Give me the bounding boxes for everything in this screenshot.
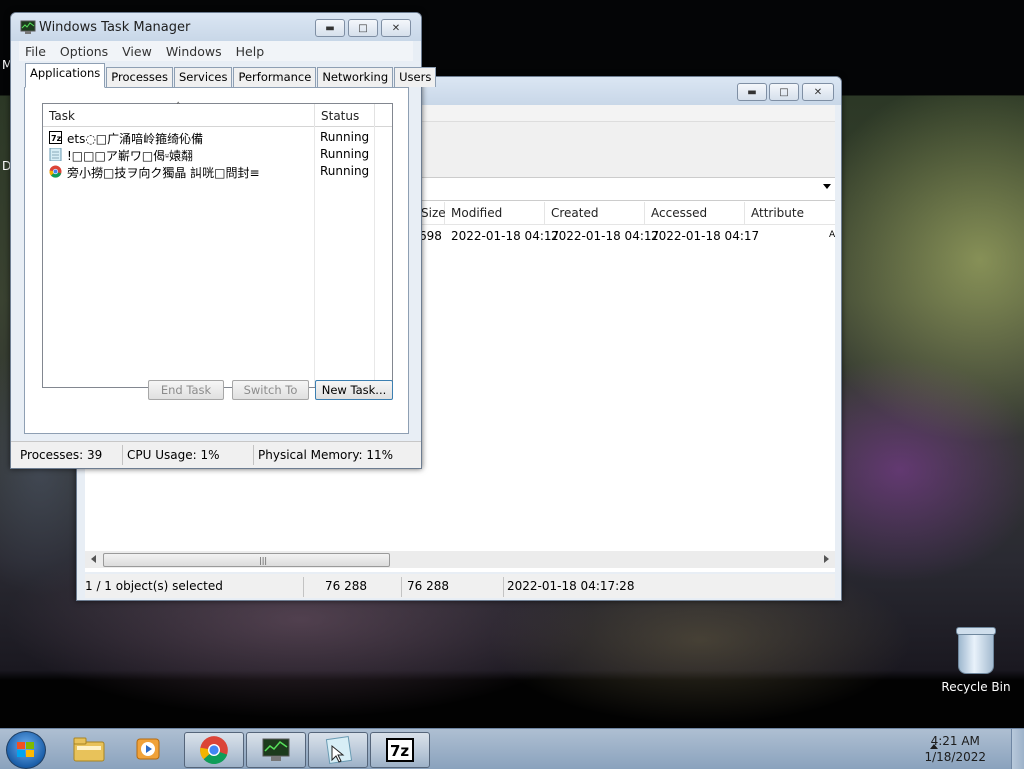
task-manager-window[interactable]: Windows Task Manager ▬ □ ✕ File Options …	[10, 12, 437, 469]
7zip-icon: 7z	[49, 131, 62, 144]
cell-accessed: 2022-01-18 04:17	[651, 229, 760, 243]
applications-panel: Task ˄ Status 7z ets◌□广涌喑岭箍绮伈備 Running !…	[24, 87, 409, 434]
status-processes: Processes: 39	[20, 448, 103, 462]
tab-networking[interactable]: Networking	[317, 67, 394, 87]
task-row[interactable]: 7z ets◌□广涌喑岭箍绮伈備 Running	[43, 129, 392, 146]
scrollbar-thumb[interactable]: |||	[103, 553, 390, 567]
task-manager-icon	[262, 738, 290, 761]
show-desktop-button[interactable]	[1011, 729, 1024, 769]
7zip-icon: 7z	[386, 738, 414, 762]
close-icon: ✕	[391, 22, 401, 34]
file-manager-statusbar: 1 / 1 object(s) selected 76 288 76 288 2…	[85, 574, 835, 598]
status-cpu: CPU Usage: 1%	[127, 448, 220, 462]
task-list[interactable]: Task ˄ Status 7z ets◌□广涌喑岭箍绮伈備 Running !…	[42, 102, 393, 388]
chrome-icon	[49, 165, 62, 178]
task-status: Running	[320, 164, 370, 178]
menu-view[interactable]: View	[122, 44, 152, 59]
menu-file[interactable]: File	[25, 44, 46, 59]
task-manager-icon	[20, 20, 36, 34]
recycle-bin-label: Recycle Bin	[941, 680, 1011, 694]
new-task-button[interactable]: New Task...	[315, 380, 393, 400]
chrome-icon	[200, 736, 228, 764]
clock[interactable]: 4:21 AM 1/18/2022	[924, 733, 986, 765]
scroll-right-icon[interactable]	[824, 555, 829, 563]
clock-date: 1/18/2022	[924, 750, 986, 764]
task-manager-titlebar[interactable]: Windows Task Manager ▬ □ ✕	[11, 13, 421, 41]
tab-applications[interactable]: Applications	[25, 63, 106, 88]
taskbar-explorer[interactable]	[60, 732, 118, 766]
task-name: !□□□ア嶄ワ□偈⸚媴翷	[67, 149, 194, 163]
maximize-button[interactable]: □	[769, 83, 799, 101]
taskbar: 7z 4:21 AM 1/18/2022	[0, 728, 1024, 769]
task-name: 旁小撈□技ヲ向ク獨晶 訆咣□問封≡	[67, 166, 260, 180]
cell-size: 698	[419, 229, 442, 243]
close-button[interactable]: ✕	[381, 19, 411, 37]
cell-attributes: A	[829, 230, 836, 240]
column-accessed[interactable]: Accessed	[645, 202, 745, 224]
grip-icon: |||	[259, 556, 268, 565]
status-size: 76 288	[325, 579, 367, 593]
taskbar-media-player[interactable]	[121, 732, 179, 766]
task-row[interactable]: !□□□ア嶄ワ□偈⸚媴翷 Running	[43, 146, 392, 163]
window-title: Windows Task Manager	[39, 20, 191, 35]
horizontal-scrollbar[interactable]: |||	[85, 551, 835, 568]
start-button[interactable]	[6, 731, 46, 769]
column-created[interactable]: Created	[545, 202, 645, 224]
end-task-button[interactable]: End Task	[148, 380, 224, 400]
taskbar-task-manager[interactable]	[246, 732, 306, 768]
minimize-icon: ▬	[747, 86, 757, 98]
notepad-icon	[325, 736, 353, 764]
maximize-button[interactable]: □	[348, 19, 378, 37]
close-icon: ✕	[813, 86, 823, 98]
switch-to-button[interactable]: Switch To	[232, 380, 309, 400]
column-status[interactable]: Status	[315, 104, 375, 126]
svg-text:7z: 7z	[390, 742, 409, 760]
menu-options[interactable]: Options	[60, 44, 108, 59]
notepad-icon	[49, 148, 62, 161]
taskbar-7zip[interactable]: 7z	[370, 732, 430, 768]
maximize-icon: □	[779, 86, 789, 98]
status-packed: 76 288	[407, 579, 449, 593]
minimize-button[interactable]: ▬	[315, 19, 345, 37]
scroll-left-icon[interactable]	[91, 555, 96, 563]
task-name: ets◌□广涌喑岭箍绮伈備	[67, 132, 204, 146]
task-row[interactable]: 旁小撈□技ヲ向ク獨晶 訆咣□問封≡ Running	[43, 163, 392, 180]
cell-modified: 2022-01-18 04:17	[451, 229, 560, 243]
menu-help[interactable]: Help	[236, 44, 265, 59]
media-player-icon	[136, 738, 160, 760]
column-attributes[interactable]: Attribute	[745, 202, 835, 224]
status-memory: Physical Memory: 11%	[258, 448, 394, 462]
close-button[interactable]: ✕	[802, 83, 834, 101]
task-list-header: Task ˄ Status	[43, 102, 392, 127]
windows-logo-icon	[17, 742, 35, 758]
status-selected: 1 / 1 object(s) selected	[85, 579, 223, 593]
taskbar-notepad[interactable]	[308, 732, 368, 768]
clock-time: 4:21 AM	[930, 734, 980, 748]
explorer-icon	[73, 737, 105, 762]
minimize-button[interactable]: ▬	[737, 83, 767, 101]
taskbar-chrome[interactable]	[184, 732, 244, 768]
task-status: Running	[320, 130, 370, 144]
sort-ascending-icon: ˄	[176, 102, 181, 112]
recycle-bin-icon	[956, 627, 996, 674]
recycle-bin[interactable]: Recycle Bin	[940, 627, 1012, 694]
tab-services[interactable]: Services	[173, 67, 233, 87]
menu-bar: File Options View Windows Help	[19, 41, 413, 61]
status-modified: 2022-01-18 04:17:28	[507, 579, 635, 593]
task-manager-statusbar: Processes: 39 CPU Usage: 1% Physical Mem…	[11, 441, 421, 468]
svg-text:7z: 7z	[51, 134, 62, 143]
column-modified[interactable]: Modified	[445, 202, 545, 224]
tab-users[interactable]: Users	[394, 67, 437, 87]
tab-processes[interactable]: Processes	[106, 67, 173, 87]
minimize-icon: ▬	[325, 22, 335, 34]
tab-performance[interactable]: Performance	[233, 67, 317, 87]
cell-created: 2022-01-18 04:17	[551, 229, 660, 243]
task-status: Running	[320, 147, 370, 161]
chevron-down-icon[interactable]	[823, 184, 831, 189]
tab-strip: Applications Processes Services Performa…	[25, 63, 437, 88]
menu-windows[interactable]: Windows	[166, 44, 222, 59]
maximize-icon: □	[358, 22, 368, 34]
